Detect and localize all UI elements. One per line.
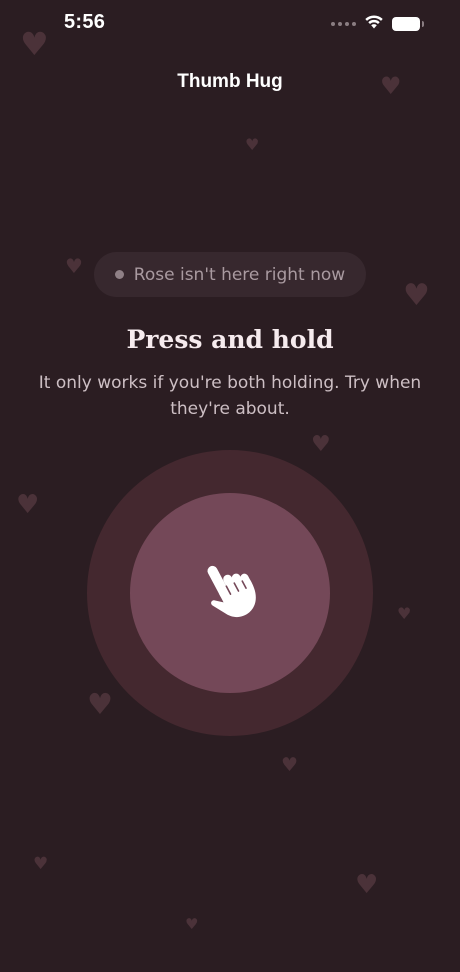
heart-icon: ♥ <box>403 278 430 313</box>
heart-icon: ♥ <box>245 135 260 154</box>
heart-icon: ♥ <box>397 604 412 623</box>
heart-icon: ♥ <box>355 870 379 900</box>
battery-icon <box>392 16 424 31</box>
hold-button[interactable] <box>130 493 330 693</box>
prompt-subtext: It only works if you're both holding. Tr… <box>38 373 422 419</box>
wifi-icon <box>364 14 384 33</box>
status-time: 5:56 <box>64 11 106 33</box>
prompt-heading: Press and hold <box>126 325 334 354</box>
heart-icon: ♥ <box>65 254 83 278</box>
cellular-signal-icon <box>331 21 356 26</box>
presence-dot-icon <box>114 270 124 279</box>
heart-icon: ♥ <box>311 432 331 457</box>
heart-icon: ♥ <box>16 490 40 520</box>
heart-icon: ♥ <box>20 25 49 63</box>
page-title: Thumb Hug <box>177 71 283 92</box>
heart-icon: ♥ <box>87 687 113 721</box>
pointing-hand-icon <box>199 558 261 628</box>
app-screen: ♥ ♥ ♥ ♥ ♥ ♥ ♥ ♥ ♥ ♥ ♥ ♥ ♥ 5:56 Thumb Hug… <box>0 0 460 972</box>
presence-status-pill: Rose isn't here right now <box>94 252 366 297</box>
presence-status-text: Rose isn't here right now <box>133 264 346 285</box>
heart-icon: ♥ <box>33 854 49 874</box>
heart-icon: ♥ <box>185 915 199 933</box>
heart-icon: ♥ <box>281 754 299 776</box>
status-icons <box>331 14 424 33</box>
